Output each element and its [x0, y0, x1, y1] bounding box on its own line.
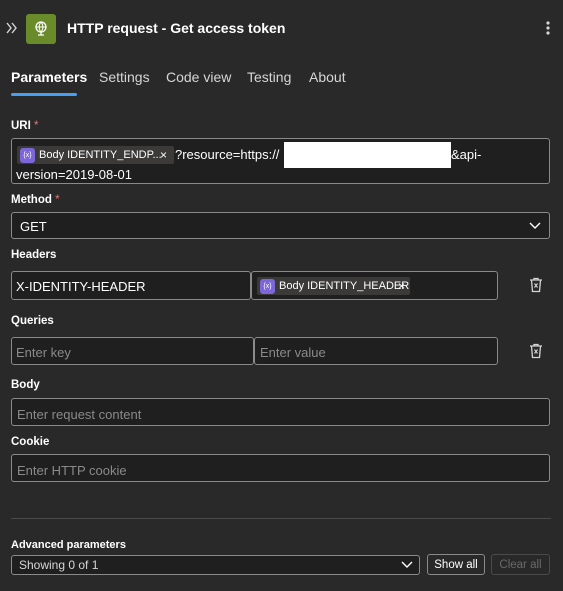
body-label: Body	[11, 379, 40, 391]
delete-row-icon[interactable]	[527, 342, 545, 360]
header-key-value: X-IDENTITY-HEADER	[16, 279, 146, 294]
globe-icon	[26, 14, 56, 44]
active-tab-indicator	[11, 93, 77, 96]
panel-header: HTTP request - Get access token	[0, 0, 563, 56]
header-value-field[interactable]: {x} Body IDENTITY_HEADER ×	[251, 271, 498, 300]
body-placeholder: Enter request content	[17, 407, 142, 422]
expression-icon: {x}	[20, 147, 35, 163]
body-input[interactable]: Enter request content	[11, 398, 550, 426]
query-key-input[interactable]: Enter key	[11, 337, 254, 365]
header-token-remove-icon[interactable]: ×	[398, 279, 405, 293]
tab-parameters[interactable]: Parameters	[11, 69, 87, 85]
uri-token-label: Body IDENTITY_ENDP...	[39, 149, 162, 161]
redacted-region	[284, 142, 451, 168]
uri-label: URI *	[11, 120, 39, 132]
chevron-down-icon	[400, 558, 414, 577]
uri-text-part2: &api-	[451, 147, 482, 162]
method-value: GET	[20, 219, 47, 234]
uri-token-remove-icon[interactable]: ×	[160, 148, 167, 162]
cookie-input[interactable]: Enter HTTP cookie	[11, 454, 550, 482]
clear-all-button[interactable]: Clear all	[491, 554, 550, 575]
query-value-input[interactable]: Enter value	[254, 337, 498, 365]
section-divider	[11, 518, 551, 519]
method-label: Method *	[11, 194, 60, 206]
uri-field[interactable]: {x} Body IDENTITY_ENDP... × ?resource=ht…	[11, 138, 550, 184]
query-key-placeholder: Enter key	[16, 345, 71, 360]
more-options-icon[interactable]	[541, 18, 555, 38]
expression-icon: {x}	[260, 278, 275, 294]
header-dynamic-token[interactable]: {x} Body IDENTITY_HEADER	[257, 277, 410, 295]
cookie-label: Cookie	[11, 436, 50, 448]
advanced-parameters-label: Advanced parameters	[11, 539, 126, 551]
collapse-panel-icon[interactable]	[5, 18, 19, 38]
query-value-placeholder: Enter value	[260, 345, 326, 360]
tab-code-view[interactable]: Code view	[166, 69, 231, 85]
queries-label: Queries	[11, 315, 54, 327]
uri-dynamic-token[interactable]: {x} Body IDENTITY_ENDP...	[17, 146, 174, 164]
delete-row-icon[interactable]	[527, 276, 545, 294]
tab-testing[interactable]: Testing	[247, 69, 291, 85]
tab-settings[interactable]: Settings	[99, 69, 150, 85]
action-title: HTTP request - Get access token	[67, 20, 286, 36]
show-all-button[interactable]: Show all	[427, 554, 485, 575]
header-key-field[interactable]: X-IDENTITY-HEADER	[11, 271, 251, 300]
tab-about[interactable]: About	[309, 69, 346, 85]
header-token-label: Body IDENTITY_HEADER	[279, 280, 410, 292]
uri-text-line2: version=2019-08-01	[16, 167, 132, 182]
advanced-select-value: Showing 0 of 1	[19, 558, 99, 572]
uri-text-part1: ?resource=https://	[175, 147, 280, 162]
advanced-parameters-dropdown[interactable]: Showing 0 of 1	[11, 555, 420, 575]
cookie-placeholder: Enter HTTP cookie	[17, 463, 127, 478]
method-dropdown[interactable]: GET	[11, 212, 550, 239]
chevron-down-icon	[528, 219, 542, 238]
headers-label: Headers	[11, 249, 57, 261]
